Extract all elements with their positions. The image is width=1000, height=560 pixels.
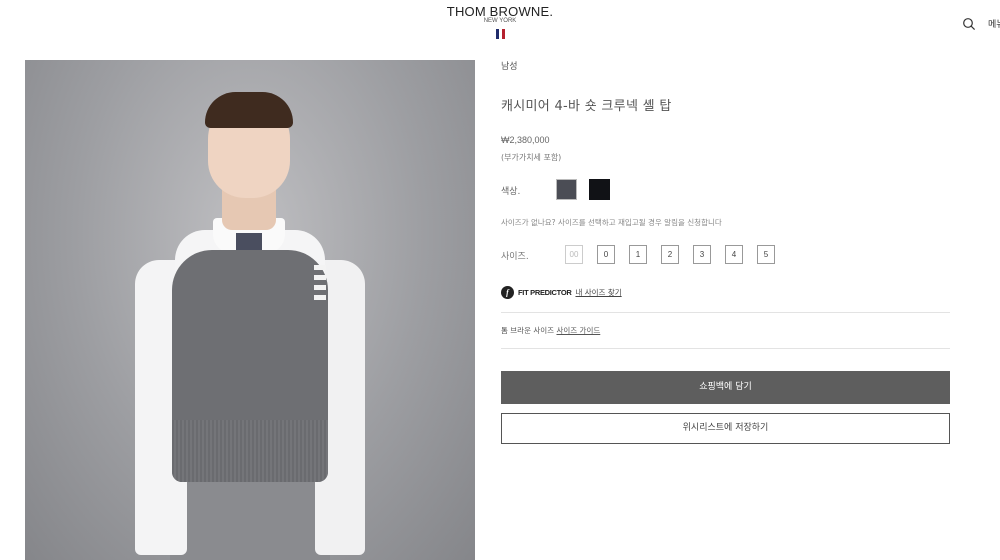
divider xyxy=(501,312,950,313)
fit-predictor-icon: f xyxy=(501,286,514,299)
flag-stripe xyxy=(501,29,505,39)
image-4bar-stripe xyxy=(314,295,326,300)
size-button-0[interactable]: 0 xyxy=(597,245,615,264)
size-guide-row: 톰 브라운 사이즈 사이즈 가이드 xyxy=(501,325,600,336)
image-trousers xyxy=(170,470,330,560)
vat-note: (부가가치세 포함) xyxy=(501,153,562,162)
fit-predictor-brand: FIT PREDICTOR xyxy=(518,288,572,297)
size-restock-note: 사이즈가 없나요? 사이즈를 선택하고 재입고될 경우 알림을 신청합니다 xyxy=(501,218,722,227)
save-to-wishlist-button[interactable]: 위시리스트에 저장하기 xyxy=(501,413,950,444)
product-gender: 남성 xyxy=(501,62,518,72)
color-swatch-grey[interactable] xyxy=(556,179,577,200)
size-guide-link[interactable]: 사이즈 가이드 xyxy=(556,326,600,335)
image-4bar-stripe xyxy=(314,285,326,290)
find-my-size-link[interactable]: 내 사이즈 찾기 xyxy=(575,287,621,298)
add-to-bag-button[interactable]: 쇼핑백에 담기 xyxy=(501,371,950,404)
brand-city: NEW YORK xyxy=(483,18,517,24)
size-guide-prefix: 톰 브라운 사이즈 xyxy=(501,326,555,335)
divider xyxy=(501,348,950,349)
size-button-4[interactable]: 4 xyxy=(725,245,743,264)
menu-button[interactable]: 메뉴 xyxy=(988,17,1000,30)
fit-predictor: f FIT PREDICTOR 내 사이즈 찾기 xyxy=(501,286,622,299)
size-button-2[interactable]: 2 xyxy=(661,245,679,264)
size-button-3[interactable]: 3 xyxy=(693,245,711,264)
size-button-5[interactable]: 5 xyxy=(757,245,775,264)
color-label: 색상. xyxy=(501,187,521,197)
brand-logo[interactable]: THOM BROWNE. NEW YORK xyxy=(0,4,1000,43)
size-button-1[interactable]: 1 xyxy=(629,245,647,264)
product-price: ₩2,380,000 xyxy=(501,135,550,145)
image-hair xyxy=(205,92,293,128)
product-image[interactable] xyxy=(25,60,475,560)
image-tie xyxy=(236,233,262,251)
product-title: 캐시미어 4-바 숏 크루넥 셸 탑 xyxy=(501,99,672,114)
size-label: 사이즈. xyxy=(501,252,529,262)
image-4bar-stripe xyxy=(314,275,326,280)
image-vest-ribbing xyxy=(172,420,328,482)
image-4bar-stripe xyxy=(314,265,326,270)
brand-name: THOM BROWNE. xyxy=(446,4,554,19)
header: THOM BROWNE. NEW YORK 메뉴 xyxy=(0,0,1000,50)
tricolor-flag-icon xyxy=(495,29,505,39)
search-icon[interactable] xyxy=(962,17,976,31)
size-button-00[interactable]: 00 xyxy=(565,245,583,264)
color-swatch-navy[interactable] xyxy=(589,179,610,200)
